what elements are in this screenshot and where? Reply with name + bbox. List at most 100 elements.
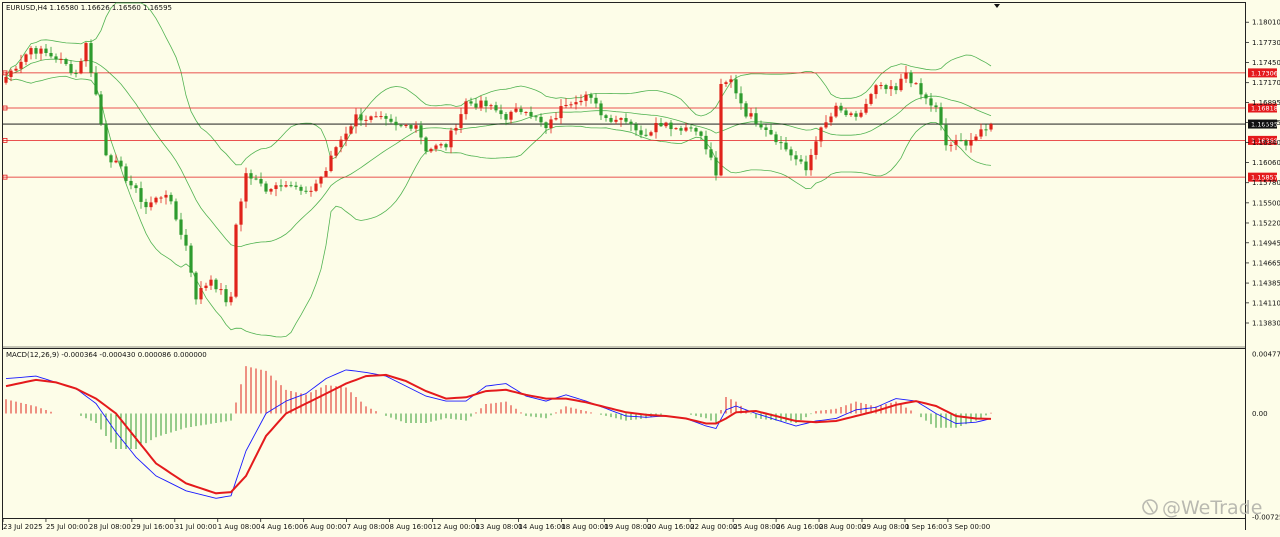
candle-body [244,173,248,202]
candle-body [969,140,973,146]
candle-body [824,122,828,128]
candle-body [114,160,118,163]
candle-body [4,77,8,83]
candle-body [909,72,913,84]
candle-body [764,127,768,130]
candle-body [89,43,93,73]
time-tick-label: 8 Aug 16:00 [390,523,433,531]
mt4-chart-window[interactable]: 1.17306 1.16818 1.16368 1.15857 1.16595 1.18… [0,0,1280,537]
candle-body [189,245,193,273]
candle-body [884,85,888,90]
candle-body [469,101,473,104]
candle-body [354,114,358,127]
price-tick-label: 1.16895 [1252,99,1280,107]
candle-body [514,108,518,112]
candle-body [979,129,983,137]
candle-body [184,234,188,246]
candle-body [474,103,478,108]
candle-body [739,93,743,104]
candle-body [919,83,923,95]
candle-body [249,173,253,179]
candle-body [949,144,953,146]
candle-body [794,155,798,160]
candle-body [924,94,928,99]
candle-body [674,128,678,130]
candle-body [639,130,643,135]
candle-body [869,94,873,104]
price-tick-label: 1.15500 [1252,199,1280,207]
candle-body [719,83,723,176]
candle-body [399,125,403,127]
candle-body [349,126,353,134]
candle-body [564,104,568,107]
candle-body [264,183,268,192]
time-tick-label: 20 Aug 16:00 [647,523,694,531]
candle-body [819,127,823,142]
candle-body [834,105,838,117]
candle-body [689,127,693,129]
candle-body [394,121,398,126]
candle-body [29,48,33,55]
candle-body [769,129,773,135]
candle-body [894,86,898,91]
candle-body [614,119,618,122]
candle-body [54,56,58,60]
candle-body [39,48,43,54]
candle-body [959,140,963,142]
candle-body [174,201,178,220]
candle-body [609,117,613,122]
candle-body [154,197,158,203]
candle-body [79,61,83,74]
candle-body [304,190,308,192]
time-tick-label: 4 Aug 16:00 [261,523,304,531]
candle-body [504,114,508,120]
candle-body [109,155,113,163]
candle-body [589,94,593,98]
candle-body [914,83,918,85]
candle-body [744,103,748,117]
price-tick-label: 1.15220 [1252,219,1280,227]
candle-body [234,224,238,297]
candle-body [864,103,868,113]
candle-body [584,94,588,101]
candle-body [199,288,203,300]
candle-body [479,100,483,108]
chart-canvas[interactable]: 1.173061.168181.163681.158571.16595 1.18… [0,0,1280,537]
candle-body [704,135,708,150]
candle-body [369,116,373,120]
macd-tick-label: 0.00 [1252,410,1268,418]
candle-body [344,133,348,140]
candle-body [294,185,298,187]
candle-body [259,179,263,184]
candle-body [879,85,883,87]
candle-body [49,52,53,57]
time-tick-label: 13 Aug 08:00 [475,523,522,531]
macd-info-label: MACD(12,26,9) -0.000364 -0.000430 0.0000… [6,351,207,359]
candle-body [559,106,563,119]
candle-body [724,82,728,84]
candle-body [424,137,428,152]
price-tick-label: 1.14110 [1252,299,1280,307]
candle-body [554,118,558,120]
candle-body [649,132,653,136]
candle-body [499,110,503,115]
candle-body [319,176,323,184]
candle-body [149,202,153,208]
candle-body [734,79,738,94]
candle-body [159,197,163,199]
candle-body [644,134,648,136]
candle-body [599,103,603,116]
candle-body [544,122,548,129]
candle-body [129,180,133,186]
candle-body [934,105,938,108]
candle-body [569,104,573,106]
candle-body [929,98,933,106]
candle-body [619,118,623,120]
time-tick-label: 14 Aug 16:00 [518,523,565,531]
time-tick-label: 28 Aug 00:00 [819,523,866,531]
candle-body [309,190,313,192]
candle-body [854,113,858,117]
candle-body [779,142,783,144]
candle-body [904,72,908,79]
time-tick-label: 31 Jul 00:00 [175,523,217,531]
